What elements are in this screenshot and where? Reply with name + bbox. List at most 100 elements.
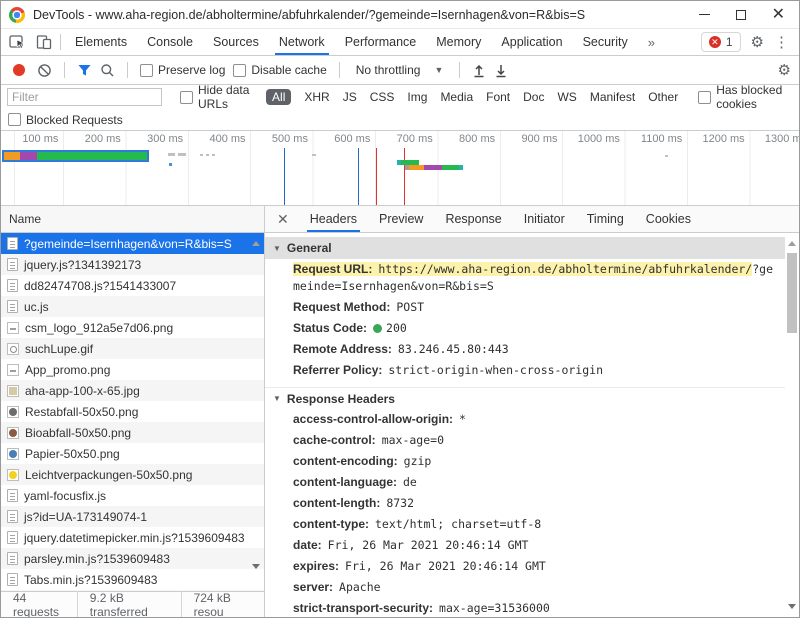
error-badge[interactable]: ✕ 1 (701, 32, 741, 52)
import-har-icon[interactable] (472, 63, 486, 78)
name-column-header[interactable]: Name (1, 206, 264, 233)
search-icon[interactable] (100, 63, 115, 78)
tab[interactable]: Memory (426, 29, 491, 55)
request-row[interactable]: Papier-50x50.png (1, 443, 264, 464)
resource-type-icon (7, 322, 19, 334)
response-header-row: content-encoding:gzip (265, 451, 785, 472)
hide-data-urls-checkbox[interactable]: Hide data URLs (180, 83, 256, 111)
request-row[interactable]: Bioabfall-50x50.png (1, 422, 264, 443)
request-row[interactable]: App_promo.png (1, 359, 264, 380)
checkbox (233, 64, 246, 77)
device-toolbar-icon[interactable] (36, 34, 52, 50)
menu-kebab-icon[interactable]: ⋮ (774, 33, 789, 51)
maximize-button[interactable] (736, 10, 746, 20)
throttling-dropdown[interactable]: No throttling ▼ (352, 63, 448, 77)
tab[interactable]: Application (491, 29, 572, 55)
resource-type-icon (7, 552, 18, 565)
devtools-tab-bar: ElementsConsoleSourcesNetworkPerformance… (1, 29, 799, 56)
request-row[interactable]: csm_logo_912a5e7d06.png (1, 317, 264, 338)
inspect-element-icon[interactable] (9, 34, 26, 50)
request-row[interactable]: ?gemeinde=Isernhagen&von=R&bis=S (1, 233, 264, 254)
resource-type-icon (7, 406, 19, 418)
request-row[interactable]: Tabs.min.js?1539609483 (1, 569, 264, 590)
request-row[interactable]: uc.js (1, 296, 264, 317)
request-row[interactable]: Formular.min.js?1539609483 (1, 590, 264, 591)
chrome-logo-icon (9, 7, 25, 23)
has-blocked-cookies-checkbox[interactable]: Has blocked cookies (698, 83, 793, 111)
request-row[interactable]: dd82474708.js?1541433007 (1, 275, 264, 296)
request-row[interactable]: Leichtverpackungen-50x50.png (1, 464, 264, 485)
type-filter[interactable]: CSS (370, 90, 395, 104)
time-tick-label: 600 ms (313, 133, 375, 145)
tab[interactable]: Security (573, 29, 638, 55)
request-row[interactable]: parsley.min.js?1539609483 (1, 548, 264, 569)
preserve-log-checkbox[interactable]: Preserve log (140, 63, 225, 77)
checkbox (8, 113, 21, 126)
type-filter[interactable]: WS (557, 90, 576, 104)
close-details-icon[interactable]: ✕ (265, 206, 299, 232)
request-row[interactable]: yaml-focusfix.js (1, 485, 264, 506)
scrollbar-thumb[interactable] (787, 253, 797, 333)
type-filter[interactable]: Font (486, 90, 510, 104)
main-tabs: ElementsConsoleSourcesNetworkPerformance… (65, 29, 638, 55)
blocked-requests-checkbox[interactable]: Blocked Requests (8, 113, 123, 127)
type-filter[interactable]: Img (407, 90, 427, 104)
scroll-up-arrow[interactable] (788, 241, 796, 246)
details-panel: ✕ HeadersPreviewResponseInitiatorTimingC… (265, 206, 799, 617)
scroll-up-arrow[interactable] (252, 241, 260, 246)
type-filter[interactable]: JS (343, 90, 357, 104)
details-tab[interactable]: Cookies (635, 206, 702, 232)
requests-panel: Name ?gemeinde=Isernhagen&von=R&bis=S jq… (1, 206, 265, 617)
request-row[interactable]: js?id=UA-173149074-1 (1, 506, 264, 527)
request-row[interactable]: Restabfall-50x50.png (1, 401, 264, 422)
request-row[interactable]: aha-app-100-x-65.jpg (1, 380, 264, 401)
status-ok-icon (373, 324, 382, 333)
settings-gear-icon[interactable]: ⚙ (751, 33, 764, 51)
filter-input[interactable] (7, 88, 162, 106)
tab[interactable]: Network (269, 29, 335, 55)
domcontentloaded-line (284, 148, 285, 205)
tab[interactable]: Elements (65, 29, 137, 55)
response-headers-section-header[interactable]: ▼ Response Headers (265, 387, 785, 409)
disable-cache-checkbox[interactable]: Disable cache (233, 63, 326, 77)
status-bar: 44 requests 9.2 kB transferred 724 kB re… (1, 591, 264, 617)
filter-funnel-icon[interactable] (77, 63, 92, 77)
type-filter[interactable]: All (266, 89, 291, 105)
type-filter[interactable]: Other (648, 90, 678, 104)
record-button[interactable] (13, 64, 25, 76)
time-tick-label: 1100 ms (625, 133, 687, 145)
general-section-header[interactable]: ▼ General (265, 237, 785, 259)
more-tabs-icon[interactable]: » (638, 29, 665, 55)
details-tab[interactable]: Timing (576, 206, 635, 232)
close-button[interactable]: ✕ (772, 7, 785, 23)
clear-icon[interactable] (37, 63, 52, 78)
tab[interactable]: Performance (335, 29, 427, 55)
network-main: Name ?gemeinde=Isernhagen&von=R&bis=S jq… (1, 206, 799, 617)
details-tab[interactable]: Initiator (513, 206, 576, 232)
request-url-row: Request URL:https://www.aha-region.de/ab… (265, 259, 785, 297)
request-row[interactable]: jquery.js?1341392173 (1, 254, 264, 275)
network-overview[interactable]: 100 ms200 ms300 ms400 ms500 ms600 ms700 … (1, 131, 799, 206)
type-filter[interactable]: Doc (523, 90, 544, 104)
type-filter[interactable]: Manifest (590, 90, 635, 104)
scroll-down-arrow[interactable] (788, 604, 796, 609)
export-har-icon[interactable] (494, 63, 508, 78)
tab[interactable]: Sources (203, 29, 269, 55)
network-settings-gear-icon[interactable]: ⚙ (778, 61, 791, 79)
details-tab[interactable]: Preview (368, 206, 434, 232)
divider (339, 62, 340, 78)
details-tab[interactable]: Headers (299, 206, 368, 232)
type-filter[interactable]: Media (440, 90, 473, 104)
scroll-down-arrow[interactable] (252, 564, 260, 569)
time-tick-label: 900 ms (500, 133, 562, 145)
minimize-button[interactable] (699, 14, 710, 15)
details-tab[interactable]: Response (434, 206, 512, 232)
time-tick-label: 700 ms (375, 133, 437, 145)
type-filter[interactable]: XHR (304, 90, 329, 104)
overview-time-ticks: 100 ms200 ms300 ms400 ms500 ms600 ms700 … (1, 133, 799, 145)
resource-type-icon (7, 531, 18, 544)
request-row[interactable]: jquery.datetimepicker.min.js?1539609483 (1, 527, 264, 548)
tab[interactable]: Console (137, 29, 203, 55)
details-scrollbar[interactable] (785, 233, 799, 617)
request-row[interactable]: suchLupe.gif (1, 338, 264, 359)
